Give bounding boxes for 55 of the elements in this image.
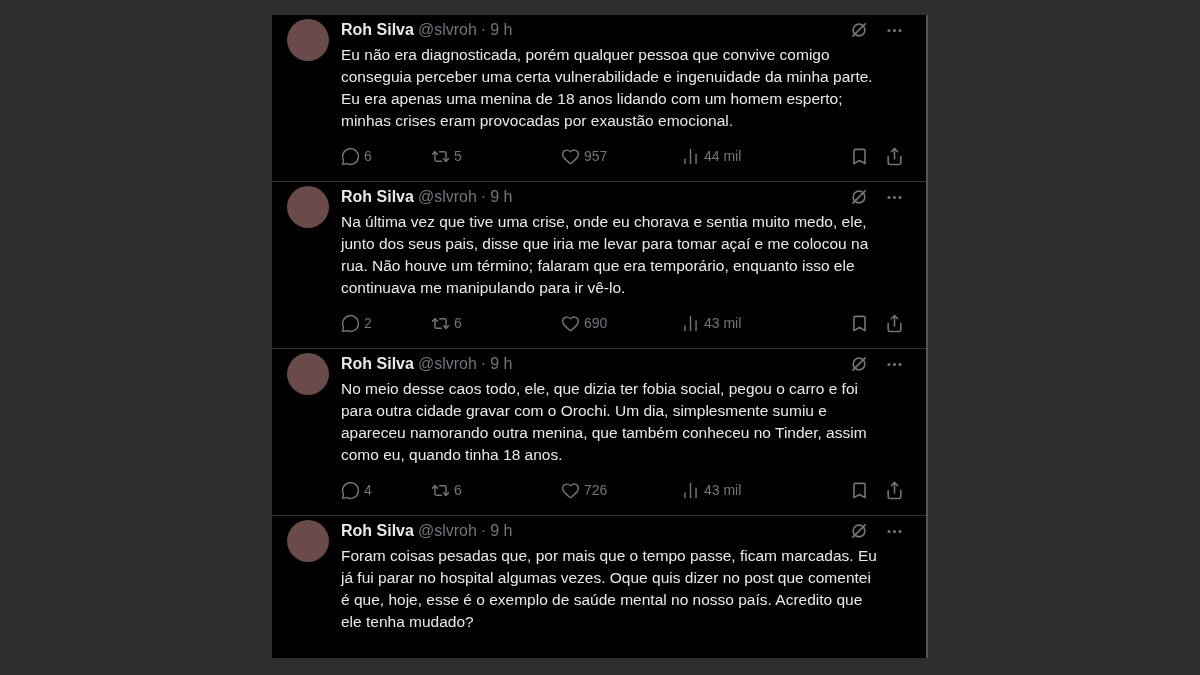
post-time[interactable]: 9 h [490, 185, 513, 209]
views-button[interactable]: 44 mil [681, 146, 742, 167]
post-time[interactable]: 9 h [490, 352, 513, 376]
post-text: No meio desse caos todo, ele, que dizia ter fobia social, pegou o carro e foi para outra cidade gravar com o Orochi. Um dia, simplesmente sumiu e apareceu namorando outra menina, que também conheceu no Tinder, assim como eu, quando tinha 18 anos. [341, 379, 868, 465]
display-name[interactable]: Roh Silva [341, 18, 414, 42]
slashed-circle-icon[interactable] [849, 20, 869, 40]
post-text: Eu não era diagnosticada, porém qualquer pessoa que convive comigo conseguia perceber uma certa vulnerabilidade e ingenuidade da minha parte. Eu era apenas uma menina de 18 anos lidando com um homem esperto; minhas crises eram provocadas por exaustão emocional. [341, 45, 874, 131]
bookmark-icon[interactable] [850, 481, 869, 500]
post-text: Na última vez que tive uma crise, onde eu chorava e sentia muito medo, ele, junto dos seus pais, disse que iria me levar para tomar açaí e me colocou na rua. Não houve um término; falaram que era temporário, enquanto isso ele continuava me manipulando para ir vê-lo. [341, 212, 870, 298]
post-time[interactable]: 9 h [490, 18, 513, 42]
speech-bubble-icon [341, 314, 360, 333]
views-button[interactable]: 43 mil [681, 480, 742, 501]
heart-icon [561, 314, 580, 333]
repost-button[interactable]: 6 [431, 480, 462, 501]
share-icon[interactable] [885, 481, 904, 500]
display-name[interactable]: Roh Silva [341, 352, 414, 376]
display-name[interactable]: Roh Silva [341, 519, 414, 543]
like-button[interactable]: 957 [561, 146, 608, 167]
share-icon[interactable] [885, 147, 904, 166]
slashed-circle-icon[interactable] [849, 354, 869, 374]
bar-chart-icon [681, 314, 700, 333]
bookmark-icon[interactable] [850, 147, 869, 166]
share-icon[interactable] [885, 314, 904, 333]
slashed-circle-icon[interactable] [849, 187, 869, 207]
views-button[interactable]: 43 mil [681, 313, 742, 334]
avatar[interactable] [287, 186, 329, 228]
separator-dot: · [480, 187, 487, 207]
display-name[interactable]: Roh Silva [341, 185, 414, 209]
avatar[interactable] [287, 353, 329, 395]
heart-icon [561, 481, 580, 500]
post-text: Foram coisas pesadas que, por mais que o tempo passe, ficam marcadas. Eu já fui parar no hospital algumas vezes. Oque quis dizer no post que comentei é que, hoje, esse é o exemplo de saúde mental no nosso país. Acredito que ele tenha mudado? [341, 546, 878, 632]
user-handle[interactable]: @slvroh [417, 185, 477, 209]
reply-button[interactable]: 2 [341, 313, 372, 334]
user-handle[interactable]: @slvroh [417, 352, 477, 376]
reply-button[interactable]: 4 [341, 480, 372, 501]
speech-bubble-icon [341, 147, 360, 166]
separator-dot: · [480, 20, 487, 40]
slashed-circle-icon[interactable] [849, 521, 869, 541]
avatar[interactable] [287, 19, 329, 61]
user-handle[interactable]: @slvroh [417, 18, 477, 42]
post-time[interactable]: 9 h [490, 519, 513, 543]
like-button[interactable]: 726 [561, 480, 608, 501]
like-button[interactable]: 690 [561, 313, 608, 334]
separator-dot: · [480, 354, 487, 374]
avatar[interactable] [287, 520, 329, 562]
bookmark-icon[interactable] [850, 314, 869, 333]
bar-chart-icon [681, 481, 700, 500]
reply-button[interactable]: 6 [341, 146, 372, 167]
user-handle[interactable]: @slvroh [417, 519, 477, 543]
bar-chart-icon [681, 147, 700, 166]
speech-bubble-icon [341, 481, 360, 500]
repost-button[interactable]: 6 [431, 313, 462, 334]
separator-dot: · [480, 521, 487, 541]
heart-icon [561, 147, 580, 166]
repost-button[interactable]: 5 [431, 146, 462, 167]
